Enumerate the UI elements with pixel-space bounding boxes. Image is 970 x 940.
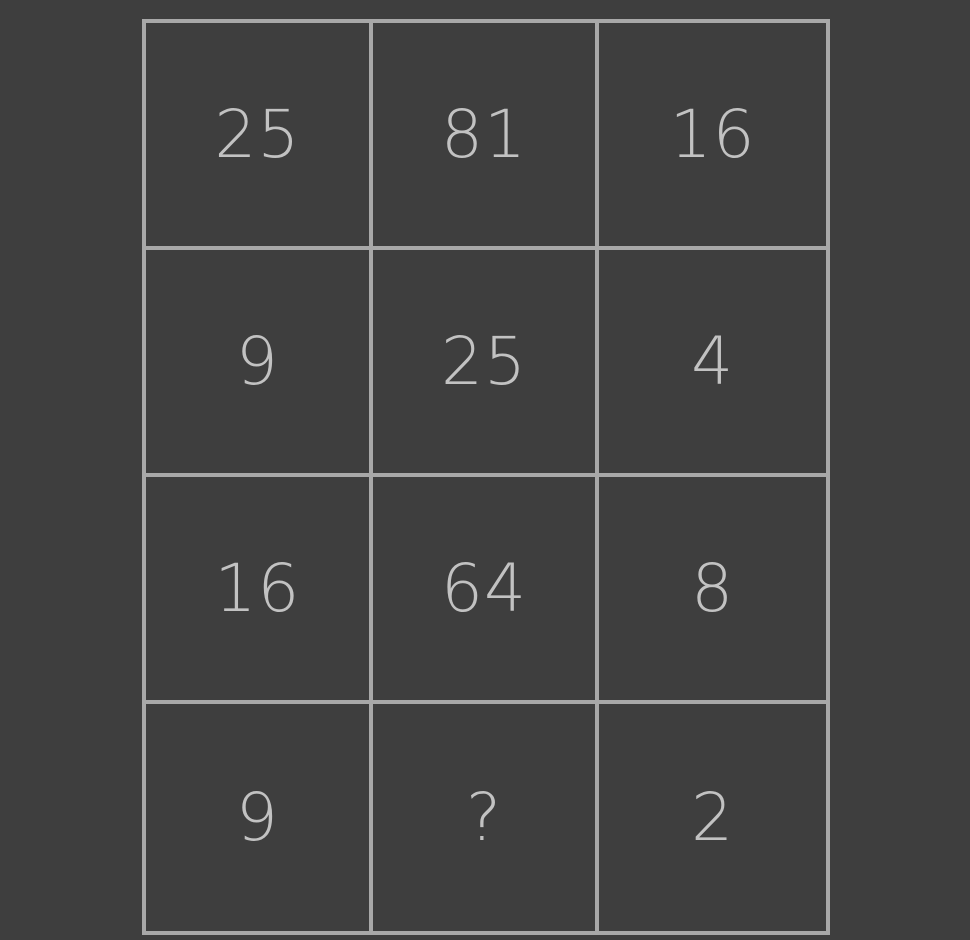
grid-cell-r1c3: 16 <box>599 23 826 250</box>
grid-cell-r4c1: 9 <box>146 704 373 931</box>
missing-value-cell: ? <box>373 704 600 931</box>
grid-cell-r1c1: 25 <box>146 23 373 250</box>
grid-cell-r2c3: 4 <box>599 250 826 477</box>
grid-cell-r3c3: 8 <box>599 477 826 704</box>
grid-cell-r2c1: 9 <box>146 250 373 477</box>
number-grid: 25 81 16 9 25 4 16 64 8 9 ? 2 <box>142 19 830 935</box>
puzzle-canvas: 25 81 16 9 25 4 16 64 8 9 ? 2 <box>0 0 970 940</box>
grid-cell-r3c2: 64 <box>372 477 600 704</box>
grid-cell-r4c3: 2 <box>691 779 735 856</box>
grid-cell-r1c2: 81 <box>372 23 600 250</box>
grid-cell-r2c2: 25 <box>372 250 600 477</box>
grid-cell-r3c1: 16 <box>146 477 373 704</box>
